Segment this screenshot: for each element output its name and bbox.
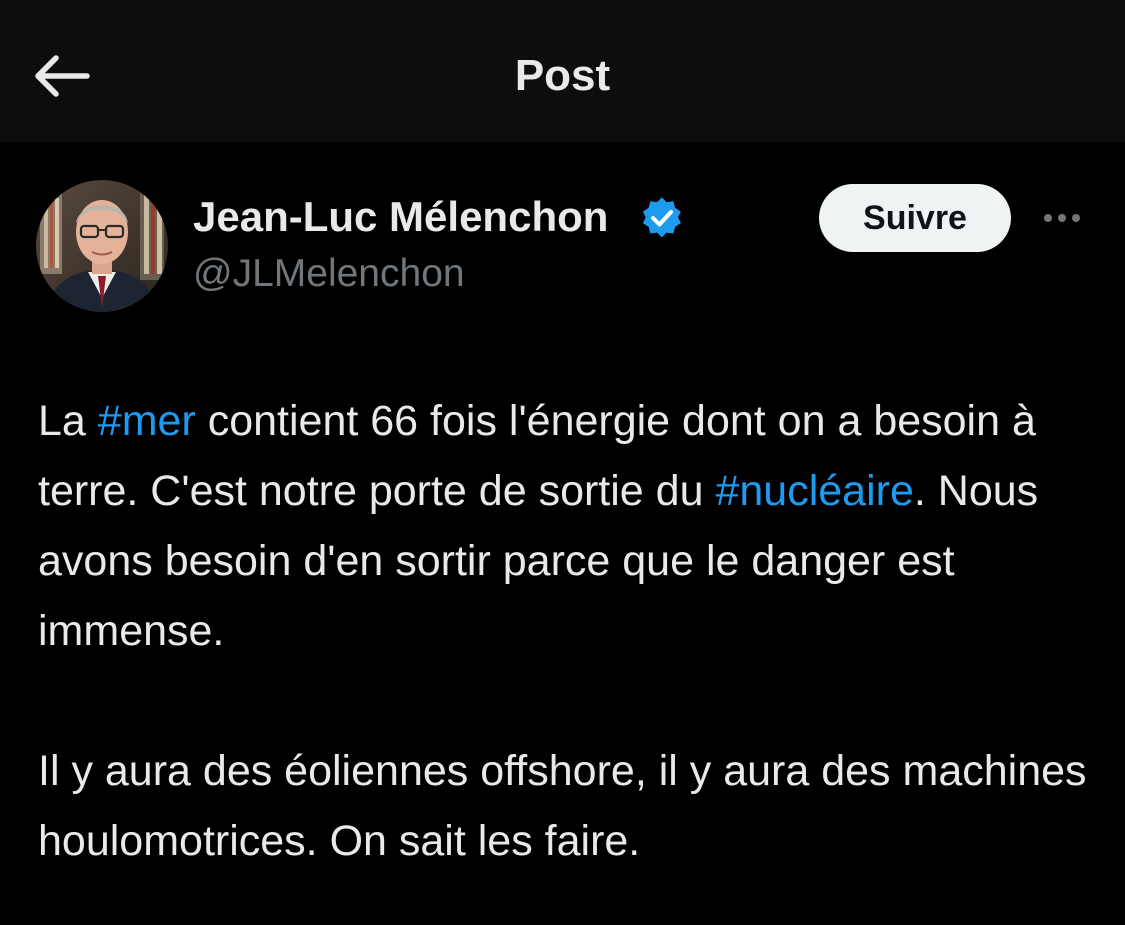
post-paragraph: La #mer contient 66 fois l'énergie dont … <box>38 397 1039 655</box>
post-text: La #mer contient 66 fois l'énergie dont … <box>38 386 1098 876</box>
follow-button[interactable]: Suivre <box>819 184 1011 252</box>
verified-badge-icon <box>642 197 681 238</box>
post-paragraph: Il y aura des éoliennes offshore, il y a… <box>38 747 1087 865</box>
hashtag-link-nucleaire[interactable]: #nucléaire <box>715 467 913 515</box>
profile-photo <box>36 180 168 312</box>
more-options-button[interactable] <box>1036 198 1088 238</box>
author-handle[interactable]: @JLMelenchon <box>193 250 465 298</box>
top-bar: Post <box>0 0 1125 142</box>
arrow-left-icon <box>35 55 90 97</box>
author-name[interactable]: Jean-Luc Mélenchon <box>193 192 608 242</box>
back-button[interactable] <box>30 48 92 104</box>
avatar[interactable] <box>36 180 168 312</box>
page-title: Post <box>514 51 611 100</box>
more-options-icon <box>1044 214 1080 222</box>
hashtag-link-mer[interactable]: #mer <box>98 397 196 445</box>
